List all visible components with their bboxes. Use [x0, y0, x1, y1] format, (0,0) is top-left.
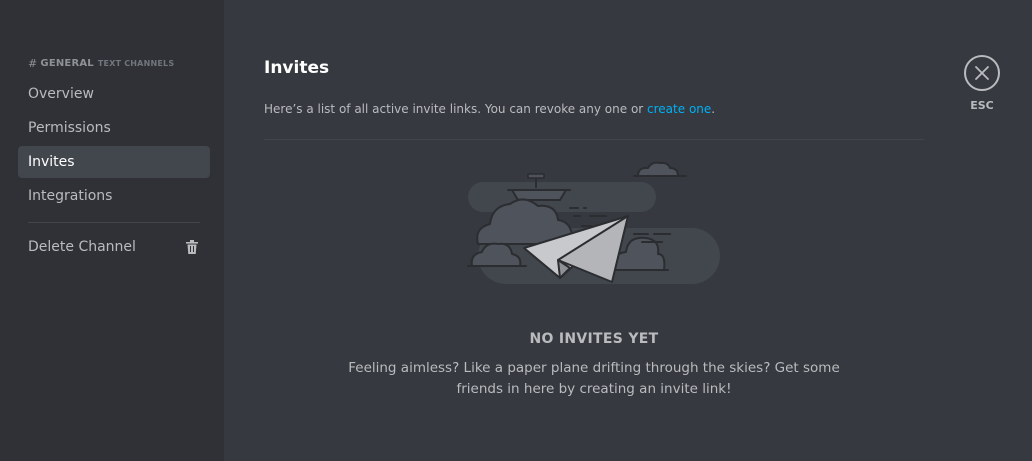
hash-icon: #	[28, 56, 38, 70]
sidebar-item-label: Integrations	[28, 188, 113, 204]
channel-category: TEXT CHANNELS	[97, 58, 175, 68]
trash-icon	[186, 240, 198, 254]
sidebar-item-label: Overview	[28, 86, 94, 102]
sidebar-header: # GENERAL TEXT CHANNELS	[28, 56, 175, 70]
delete-channel-button[interactable]: Delete Channel	[18, 231, 210, 263]
close-button[interactable]	[964, 55, 1000, 91]
create-invite-link[interactable]: create one	[647, 102, 711, 116]
empty-state-body: Feeling aimless? Like a paper plane drif…	[348, 360, 840, 397]
description-text: Here’s a list of all active invite links…	[264, 102, 648, 116]
sidebar-separator	[28, 222, 200, 223]
page-title: Invites	[264, 58, 330, 78]
delete-channel-label: Delete Channel	[28, 239, 136, 255]
sidebar-item-label: Permissions	[28, 120, 111, 136]
close-icon	[975, 66, 989, 80]
page-description: Here’s a list of all active invite links…	[264, 102, 715, 116]
channel-name: GENERAL	[40, 57, 94, 69]
settings-sidebar: # GENERAL TEXT CHANNELS Overview Permiss…	[0, 0, 224, 461]
sidebar-item-label: Invites	[28, 154, 75, 170]
esc-label: ESC	[970, 99, 994, 112]
header-divider	[264, 139, 924, 140]
sidebar-item-overview[interactable]: Overview	[18, 78, 210, 110]
sidebar-item-invites[interactable]: Invites	[18, 146, 210, 178]
paper-plane-illustration	[467, 161, 720, 284]
sidebar-item-integrations[interactable]: Integrations	[18, 180, 210, 212]
description-period: .	[711, 102, 716, 116]
sidebar-item-permissions[interactable]: Permissions	[18, 112, 210, 144]
empty-state-title: NO INVITES YET	[529, 331, 659, 347]
